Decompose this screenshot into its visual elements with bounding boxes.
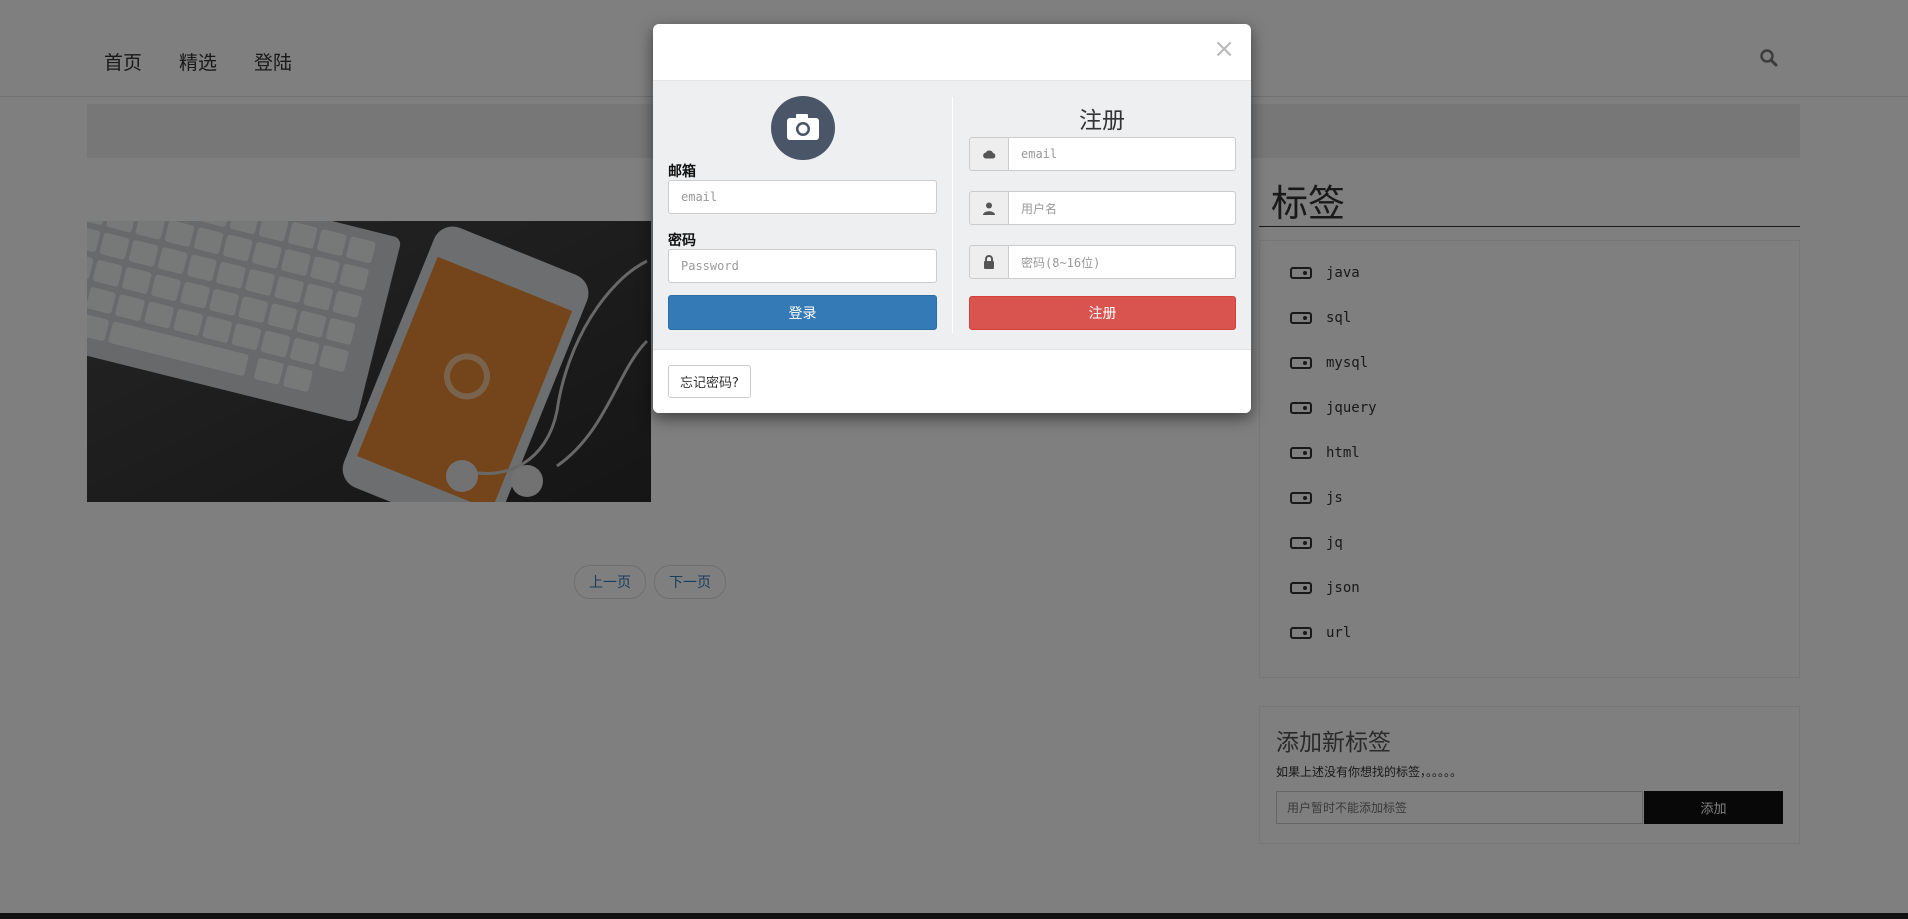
login-password-field[interactable]: Password [668,249,937,283]
register-email-field[interactable]: email [1008,137,1236,171]
register-button[interactable]: 注册 [969,296,1236,330]
login-register-modal: × 邮箱 email 密码 Password 登录 注册 email 用户名 密… [653,24,1251,413]
lock-icon [969,245,1008,279]
modal-footer: 忘记密码? [653,349,1251,413]
login-button[interactable]: 登录 [668,295,937,330]
register-title: 注册 [1079,108,1125,134]
register-username-group: 用户名 [969,191,1236,225]
register-password-group: 密码(8~16位) [969,245,1236,279]
user-icon [969,191,1008,225]
modal-header: × [653,24,1251,81]
register-email-group: email [969,137,1236,171]
cloud-icon [969,137,1008,171]
email-label: 邮箱 [668,164,696,180]
forgot-password-button[interactable]: 忘记密码? [668,365,751,398]
login-email-field[interactable]: email [668,180,937,214]
register-password-field[interactable]: 密码(8~16位) [1008,245,1236,279]
close-icon[interactable]: × [1213,36,1235,62]
camera-icon [771,96,835,160]
modal-body: 邮箱 email 密码 Password 登录 注册 email 用户名 密码(… [653,81,1251,349]
password-label: 密码 [668,233,696,249]
register-username-field[interactable]: 用户名 [1008,191,1236,225]
